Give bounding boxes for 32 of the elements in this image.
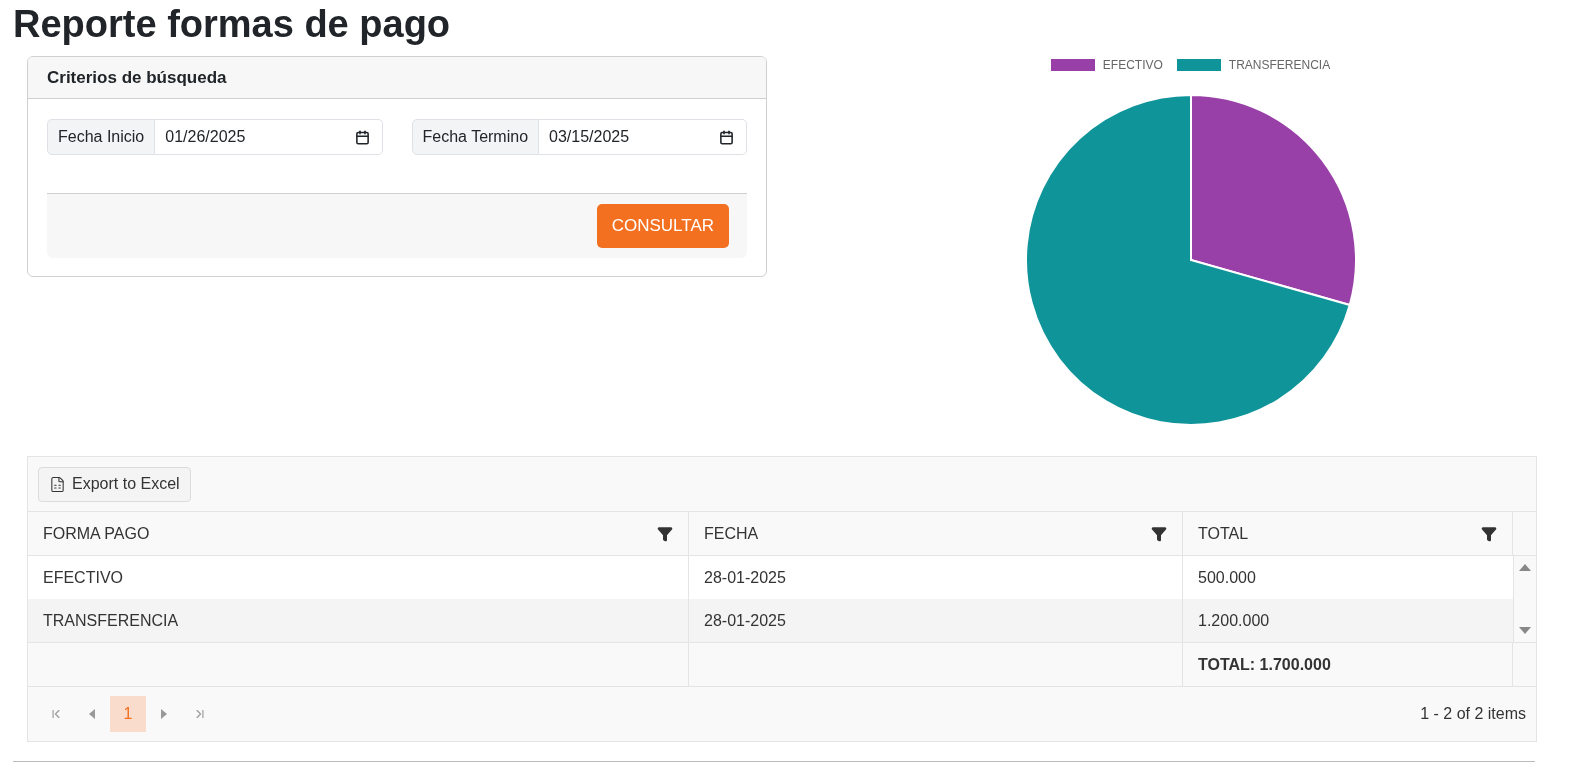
column-header[interactable]: FORMA PAGO	[28, 512, 689, 555]
table-cell-text: 500.000	[1197, 567, 1257, 588]
page-title: Reporte formas de pago	[13, 2, 452, 47]
legend-label: EFECTIVO	[1102, 58, 1163, 72]
footer-total: TOTAL: 1.700.000	[1198, 655, 1331, 674]
legend-swatch	[1050, 59, 1095, 71]
calendar-icon[interactable]	[354, 129, 370, 145]
next-arrow-icon[interactable]	[160, 709, 168, 719]
date-field[interactable]: 03/15/2025	[539, 119, 747, 155]
card-title: Criterios de búsqueda	[47, 67, 227, 88]
export-button[interactable]: Export to Excel	[38, 466, 191, 502]
filter-icon[interactable]	[1151, 525, 1167, 542]
scroll-down-icon[interactable]	[1518, 626, 1532, 635]
field-label: Fecha Inicio	[47, 119, 156, 155]
legend-label: TRANSFERENCIA	[1228, 58, 1331, 72]
column-header[interactable]: TOTAL	[1183, 512, 1513, 555]
table-cell: TRANSFERENCIA	[28, 599, 689, 642]
pager-info: 1 - 2 of 2 items	[1420, 705, 1526, 723]
calendar-icon[interactable]	[719, 129, 734, 145]
last-page-icon[interactable]	[193, 707, 207, 721]
scroll-up-icon[interactable]	[1518, 563, 1532, 572]
table-cell-text: 1.200.000	[1197, 610, 1271, 631]
date-field[interactable]: 01/26/2025	[155, 119, 383, 155]
table-cell: 28-01-2025	[689, 599, 1183, 642]
spreadsheet-icon	[49, 475, 66, 493]
first-page-icon[interactable]	[49, 707, 63, 721]
filter-icon[interactable]	[657, 525, 673, 542]
field-label: Fecha Termino	[411, 119, 540, 155]
column-header[interactable]: FECHA	[689, 512, 1183, 555]
legend-swatch	[1176, 59, 1221, 71]
filter-icon[interactable]	[1481, 525, 1497, 542]
previous-arrow-icon[interactable]	[88, 709, 96, 719]
